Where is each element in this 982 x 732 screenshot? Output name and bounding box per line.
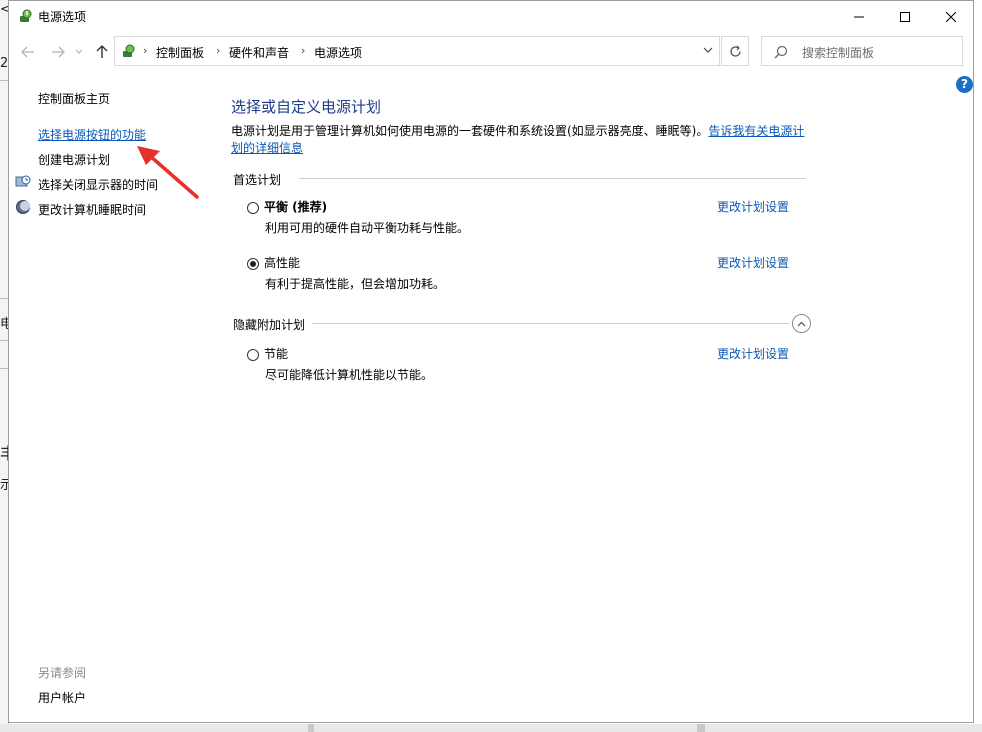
moon-icon xyxy=(16,200,30,214)
radio-power-saver[interactable] xyxy=(247,349,259,361)
plan-name-balanced[interactable]: 平衡 (推荐) xyxy=(264,198,327,215)
maximize-button[interactable] xyxy=(882,1,928,32)
background-divider xyxy=(0,368,8,369)
search-icon xyxy=(774,45,788,59)
annotation-arrow xyxy=(137,146,199,199)
preferred-plans-heading: 首选计划 xyxy=(233,171,288,188)
breadcrumb-control-panel[interactable]: 控制面板 xyxy=(156,44,204,61)
sidebar-item-sleep-time[interactable]: 更改计算机睡眠时间 xyxy=(38,201,146,218)
background-taskbar-segment xyxy=(697,724,705,732)
breadcrumb-separator: › xyxy=(143,44,148,57)
title-bar[interactable]: 电源选项 xyxy=(9,1,973,32)
breadcrumb-separator: › xyxy=(301,44,306,57)
search-box[interactable]: 搜索控制面板 xyxy=(761,36,963,66)
refresh-icon xyxy=(729,45,741,57)
close-button[interactable] xyxy=(928,1,974,32)
background-divider xyxy=(0,80,8,81)
background-taskbar-segment xyxy=(308,724,314,732)
page-title: 选择或自定义电源计划 xyxy=(231,98,382,116)
description-text: 电源计划是用于管理计算机如何使用电源的一套硬件和系统设置(如显示器亮度、睡眠等)… xyxy=(231,124,709,138)
see-also-heading: 另请参阅 xyxy=(38,666,87,680)
plan-desc-high-performance: 有利于提高性能，但会增加功耗。 xyxy=(265,277,446,291)
background-divider xyxy=(0,340,8,341)
sidebar-item-user-accounts[interactable]: 用户帐户 xyxy=(38,689,86,706)
control-panel-icon xyxy=(123,44,135,57)
arrow-up-icon xyxy=(96,45,108,58)
power-options-icon xyxy=(20,9,32,22)
window-title: 电源选项 xyxy=(38,10,87,24)
change-plan-settings-high-performance[interactable]: 更改计划设置 xyxy=(717,254,789,271)
plan-desc-power-saver: 尽可能降低计算机性能以节能。 xyxy=(265,368,434,382)
search-placeholder: 搜索控制面板 xyxy=(802,46,875,60)
plan-desc-balanced: 利用可用的硬件自动平衡功耗与性能。 xyxy=(265,221,470,235)
page-description: 电源计划是用于管理计算机如何使用电源的一套硬件和系统设置(如显示器亮度、睡眠等)… xyxy=(231,123,811,157)
hidden-plans-divider xyxy=(312,323,789,324)
breadcrumb-hardware-sound[interactable]: 硬件和声音 xyxy=(229,44,289,61)
change-plan-settings-power-saver[interactable]: 更改计划设置 xyxy=(717,345,789,362)
radio-high-performance[interactable] xyxy=(247,258,259,270)
chevron-up-icon xyxy=(797,321,806,326)
collapse-hidden-plans-button[interactable] xyxy=(792,314,811,333)
background-taskbar xyxy=(0,724,982,732)
sidebar-item-create-power-plan[interactable]: 创建电源计划 xyxy=(38,151,110,168)
hidden-plans-heading[interactable]: 隐藏附加计划 xyxy=(233,316,312,333)
forward-button[interactable] xyxy=(47,41,69,63)
address-dropdown-icon[interactable] xyxy=(703,45,713,55)
refresh-button[interactable] xyxy=(721,36,749,66)
minimize-icon xyxy=(854,16,864,17)
change-plan-settings-balanced[interactable]: 更改计划设置 xyxy=(717,198,789,215)
close-icon xyxy=(946,11,956,22)
back-button[interactable] xyxy=(17,41,39,63)
recent-locations-button[interactable] xyxy=(71,41,87,63)
arrow-left-icon xyxy=(21,46,34,58)
plan-name-high-performance[interactable]: 高性能 xyxy=(264,254,300,271)
radio-balanced[interactable] xyxy=(247,202,259,214)
help-button[interactable]: ? xyxy=(956,76,973,93)
chevron-down-icon xyxy=(75,49,83,54)
power-options-window: 电源选项 › 控制面板 › 硬件和声音 › 电源选项 搜索控制面板 ? 控制面板… xyxy=(8,0,974,723)
minimize-button[interactable] xyxy=(836,1,882,32)
background-divider xyxy=(0,298,8,299)
preferred-plans-divider xyxy=(299,178,806,179)
address-bar[interactable]: › 控制面板 › 硬件和声音 › 电源选项 xyxy=(114,36,720,66)
up-button[interactable] xyxy=(91,41,113,63)
arrow-right-icon xyxy=(52,46,65,58)
breadcrumb-separator: › xyxy=(216,44,221,57)
maximize-icon xyxy=(900,11,910,22)
plan-name-power-saver[interactable]: 节能 xyxy=(264,345,288,362)
sidebar-item-control-panel-home[interactable]: 控制面板主页 xyxy=(38,90,110,107)
breadcrumb-power-options[interactable]: 电源选项 xyxy=(314,44,362,61)
display-clock-icon xyxy=(15,175,31,187)
